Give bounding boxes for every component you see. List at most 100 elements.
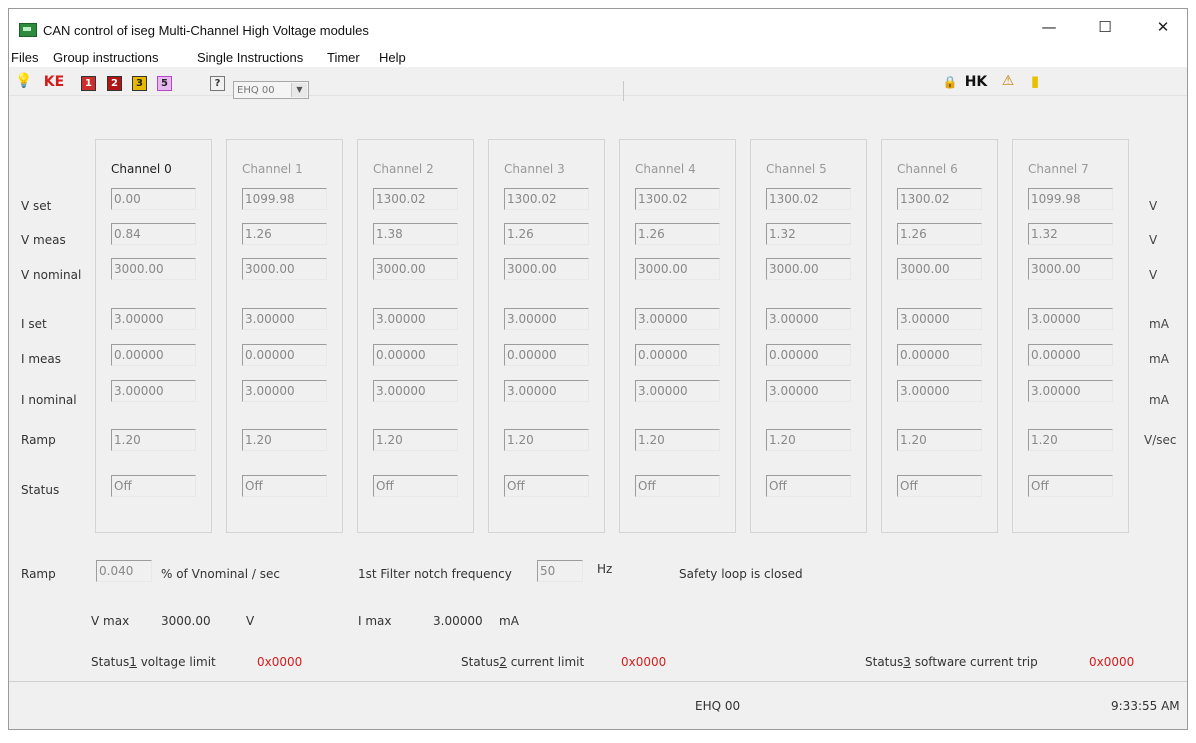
channel-7-iset-field[interactable]: 3.00000 [1028,308,1113,330]
channel-3-title[interactable]: Channel 3 [504,162,565,176]
menu-single-instructions[interactable]: Single Instructions [197,50,303,65]
channel-1-vnominal-field[interactable]: 3000.00 [242,258,327,280]
channel-0-vnominal-field[interactable]: 3000.00 [111,258,196,280]
two-icon[interactable]: 2 [107,76,122,91]
channel-0-vset-field[interactable]: 0.00 [111,188,196,210]
channel-1-inominal-field[interactable]: 3.00000 [242,380,327,402]
lightbulb-icon[interactable]: 💡 [15,72,33,90]
help-icon[interactable]: ? [210,76,225,91]
channel-0-ramp-field[interactable]: 1.20 [111,429,196,451]
channel-2-inominal-field[interactable]: 3.00000 [373,380,458,402]
channel-6-title[interactable]: Channel 6 [897,162,958,176]
channel-7-title[interactable]: Channel 7 [1028,162,1089,176]
channel-2-title[interactable]: Channel 2 [373,162,434,176]
close-button[interactable]: ✕ [1143,13,1183,41]
channel-3-imeas-field[interactable]: 0.00000 [504,344,589,366]
channel-1-ramp-field[interactable]: 1.20 [242,429,327,451]
ke-icon[interactable]: KE [41,73,67,91]
channel-5-vnominal-field[interactable]: 3000.00 [766,258,851,280]
module-select[interactable]: EHQ 00 ▼ [233,81,309,99]
menu-timer[interactable]: Timer [327,50,360,65]
channel-7-status-field[interactable]: Off [1028,475,1113,497]
channel-1-title[interactable]: Channel 1 [242,162,303,176]
channel-4-imeas-field[interactable]: 0.00000 [635,344,720,366]
one-icon[interactable]: 1 [81,76,96,91]
channel-6-imeas-field[interactable]: 0.00000 [897,344,982,366]
channel-7-inominal-field[interactable]: 3.00000 [1028,380,1113,402]
warning-icon[interactable]: ⚠ [999,72,1017,90]
channel-4-iset-field[interactable]: 3.00000 [635,308,720,330]
channel-1-imeas-field[interactable]: 0.00000 [242,344,327,366]
channel-3-inominal-field[interactable]: 3.00000 [504,380,589,402]
channel-6-iset-field[interactable]: 3.00000 [897,308,982,330]
channel-0-imeas-field[interactable]: 0.00000 [111,344,196,366]
channel-5-vset-field[interactable]: 1300.02 [766,188,851,210]
channel-5-imeas-field[interactable]: 0.00000 [766,344,851,366]
channel-0-inominal-field[interactable]: 3.00000 [111,380,196,402]
filter-notch-input[interactable]: 50 [537,560,583,582]
channel-2-ramp-field[interactable]: 1.20 [373,429,458,451]
channel-4-vnominal-field[interactable]: 3000.00 [635,258,720,280]
channel-0-iset-field[interactable]: 3.00000 [111,308,196,330]
five-icon[interactable]: 5 [157,76,172,91]
channel-1-vmeas-field[interactable]: 1.26 [242,223,327,245]
lock-icon[interactable]: 🔒 [941,73,959,91]
status3-digit: 3 [903,655,911,669]
channel-3-iset-field[interactable]: 3.00000 [504,308,589,330]
maximize-button[interactable]: ☐ [1085,13,1125,41]
channel-1-vset-field[interactable]: 1099.98 [242,188,327,210]
menu-help[interactable]: Help [379,50,406,65]
channel-3-vnominal-field[interactable]: 3000.00 [504,258,589,280]
channel-5-status-field[interactable]: Off [766,475,851,497]
channel-4-vmeas-field[interactable]: 1.26 [635,223,720,245]
channel-4-inominal-field[interactable]: 3.00000 [635,380,720,402]
channel-6-status-field[interactable]: Off [897,475,982,497]
channel-4-status-field[interactable]: Off [635,475,720,497]
channel-4-title[interactable]: Channel 4 [635,162,696,176]
channel-0-vmeas-field[interactable]: 0.84 [111,223,196,245]
chevron-down-icon[interactable]: ▼ [291,83,307,97]
status2-value: 0x0000 [621,655,667,669]
channel-1-status-field[interactable]: Off [242,475,327,497]
channel-7-imeas-field[interactable]: 0.00000 [1028,344,1113,366]
three-icon[interactable]: 3 [132,76,147,91]
channel-2-vset-field[interactable]: 1300.02 [373,188,458,210]
menu-group-instructions[interactable]: Group instructions [53,50,159,65]
channel-5-title[interactable]: Channel 5 [766,162,827,176]
status1-suffix: voltage limit [136,655,216,669]
hk-icon[interactable]: HK [963,73,989,91]
channel-1-iset-field[interactable]: 3.00000 [242,308,327,330]
exit-icon[interactable]: ▮ [1026,72,1044,90]
global-ramp-input[interactable]: 0.040 [96,560,152,582]
channel-7-vmeas-field[interactable]: 1.32 [1028,223,1113,245]
channel-6-ramp-field[interactable]: 1.20 [897,429,982,451]
channel-5-vmeas-field[interactable]: 1.32 [766,223,851,245]
channel-0-title[interactable]: Channel 0 [111,162,172,176]
status2-suffix: current limit [506,655,585,669]
channel-0-status-field[interactable]: Off [111,475,196,497]
channel-2-iset-field[interactable]: 3.00000 [373,308,458,330]
filter-notch-unit: Hz [597,562,613,576]
channel-5-ramp-field[interactable]: 1.20 [766,429,851,451]
channel-3-ramp-field[interactable]: 1.20 [504,429,589,451]
minimize-button[interactable]: — [1029,13,1069,41]
channel-7-ramp-field[interactable]: 1.20 [1028,429,1113,451]
channel-5-iset-field[interactable]: 3.00000 [766,308,851,330]
menu-files[interactable]: Files [11,50,38,65]
channel-2-vnominal-field[interactable]: 3000.00 [373,258,458,280]
channel-2-status-field[interactable]: Off [373,475,458,497]
channel-6-inominal-field[interactable]: 3.00000 [897,380,982,402]
channel-7-vset-field[interactable]: 1099.98 [1028,188,1113,210]
channel-2-imeas-field[interactable]: 0.00000 [373,344,458,366]
channel-3-status-field[interactable]: Off [504,475,589,497]
channel-6-vset-field[interactable]: 1300.02 [897,188,982,210]
channel-5-inominal-field[interactable]: 3.00000 [766,380,851,402]
channel-7-vnominal-field[interactable]: 3000.00 [1028,258,1113,280]
channel-4-vset-field[interactable]: 1300.02 [635,188,720,210]
channel-6-vnominal-field[interactable]: 3000.00 [897,258,982,280]
channel-2-vmeas-field[interactable]: 1.38 [373,223,458,245]
channel-3-vmeas-field[interactable]: 1.26 [504,223,589,245]
channel-3-vset-field[interactable]: 1300.02 [504,188,589,210]
channel-4-ramp-field[interactable]: 1.20 [635,429,720,451]
channel-6-vmeas-field[interactable]: 1.26 [897,223,982,245]
